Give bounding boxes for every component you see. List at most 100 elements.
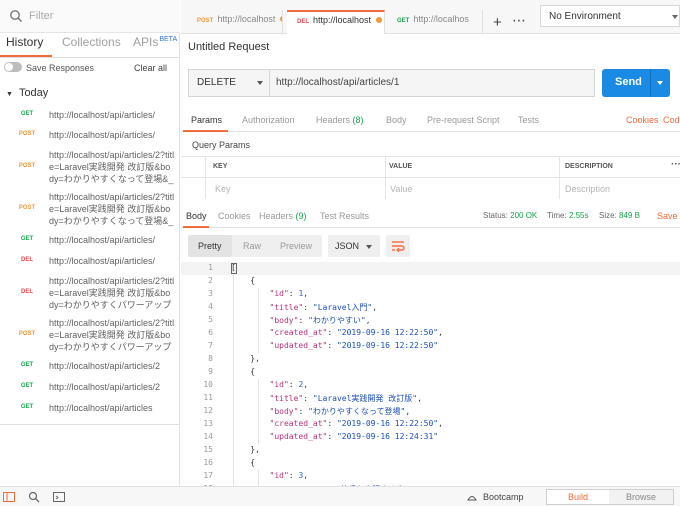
tab-history[interactable]: History bbox=[6, 35, 43, 49]
line-number: 13 bbox=[203, 419, 213, 428]
bootcamp-icon bbox=[467, 496, 477, 501]
more-options-icon[interactable]: ⋯ bbox=[512, 12, 526, 29]
code-line: "body": "わかりやすくなって登場", bbox=[269, 407, 411, 416]
environment-label: No Environment bbox=[549, 11, 621, 22]
method-badge: POST bbox=[197, 18, 214, 24]
tab-apis[interactable]: APIsBETA bbox=[133, 35, 177, 49]
history-item[interactable]: GET http://localhost/api/articles/2 bbox=[0, 360, 180, 374]
tab-headers-label: Headers bbox=[316, 115, 351, 125]
history-group-label: Today bbox=[18, 87, 49, 99]
filter-placeholder: Filter bbox=[29, 10, 54, 22]
browse-button[interactable]: Browse bbox=[609, 490, 673, 504]
format-select[interactable]: JSON bbox=[328, 235, 380, 257]
history-item[interactable]: POST http://localhost/api/articles/2?tit… bbox=[0, 149, 180, 187]
filter-input[interactable]: Filter bbox=[0, 0, 180, 33]
history-url: http://localhost/api/articles/ bbox=[49, 130, 156, 140]
line-number: 16 bbox=[203, 458, 213, 467]
send-button[interactable]: Send bbox=[602, 69, 670, 97]
more-options-icon[interactable]: ··· bbox=[671, 159, 680, 170]
history-item[interactable]: DEL http://localhost/api/articles/2?titl… bbox=[0, 275, 180, 313]
query-params-title: Query Params bbox=[192, 140, 251, 150]
sidebar-divider bbox=[0, 424, 180, 425]
chevron-down-icon bbox=[366, 245, 372, 249]
method-badge: GET bbox=[20, 111, 34, 117]
code-line: "title": "Laravel実践開発 改訂版", bbox=[269, 394, 422, 403]
table-divider bbox=[385, 157, 386, 199]
sidebar-toggle-icon[interactable] bbox=[3, 492, 15, 502]
environment-select[interactable]: No Environment bbox=[540, 5, 680, 27]
tab-response-cookies[interactable]: Cookies bbox=[218, 211, 251, 221]
code-link[interactable]: Code bbox=[663, 115, 680, 125]
request-tab-active[interactable]: DEL http://localhost bbox=[287, 10, 385, 34]
url-input[interactable]: http://localhost/api/articles/1 bbox=[276, 77, 399, 88]
tab-body[interactable]: Body bbox=[386, 115, 407, 125]
response-tabs: Body Cookies Headers (9) Test Results St… bbox=[181, 206, 680, 228]
column-header-value: VALUE bbox=[389, 163, 413, 170]
line-number: 5 bbox=[208, 315, 213, 324]
request-tab-label: http://localhos bbox=[413, 14, 469, 24]
history-item[interactable]: POST http://localhost/api/articles/2?tit… bbox=[0, 191, 180, 229]
method-select[interactable]: DELETE bbox=[189, 70, 270, 96]
history-item[interactable]: POST http://localhost/api/articles/ bbox=[0, 129, 180, 143]
method-badge: GET bbox=[20, 236, 34, 242]
headers-count: (9) bbox=[295, 211, 307, 221]
history-item[interactable]: DEL http://localhost/api/articles/ bbox=[0, 255, 180, 269]
wrap-lines-button[interactable] bbox=[386, 235, 410, 257]
tab-params[interactable]: Params bbox=[191, 115, 222, 125]
view-raw[interactable]: Raw bbox=[243, 241, 261, 251]
history-item[interactable]: GET http://localhost/api/articles/ bbox=[0, 234, 180, 248]
console-icon[interactable] bbox=[53, 492, 65, 502]
line-number: 17 bbox=[203, 471, 213, 480]
param-key-input[interactable]: Key bbox=[215, 184, 231, 194]
sidebar: Filter History Collections APIsBETA Save… bbox=[0, 0, 180, 486]
history-item[interactable]: GET http://localhost/api/articles bbox=[0, 402, 180, 416]
method-badge: GET bbox=[20, 404, 34, 410]
method-badge: DEL bbox=[21, 289, 33, 295]
bootcamp-button[interactable]: Bootcamp bbox=[483, 492, 524, 502]
table-divider bbox=[181, 177, 680, 178]
request-tab[interactable]: GET http://localhos bbox=[387, 10, 483, 34]
param-description-input[interactable]: Description bbox=[565, 184, 610, 194]
clear-all-button[interactable]: Clear all bbox=[134, 63, 167, 73]
request-title[interactable]: Untitled Request bbox=[188, 41, 269, 53]
response-body-viewer[interactable]: 1[2 {3 "id": 1, 4 "title": "Laravel入門", 5 … bbox=[181, 262, 680, 486]
build-browse-toggle: Build Browse bbox=[546, 489, 674, 505]
status-bar: Bootcamp Build Browse bbox=[0, 486, 680, 506]
save-response-button[interactable]: Save bbox=[657, 211, 678, 221]
size-label: Size: bbox=[599, 211, 617, 220]
history-group-today[interactable]: ▼ Today bbox=[6, 87, 48, 99]
code-line: "created_at": "2019-09-16 12:22:50", bbox=[269, 328, 443, 337]
column-header-description: DESCRIPTION bbox=[565, 163, 613, 170]
cookies-link[interactable]: Cookies bbox=[626, 115, 659, 125]
query-params-table: KEY VALUE DESCRIPTION ··· Key Value Desc… bbox=[181, 156, 680, 199]
view-preview[interactable]: Preview bbox=[280, 241, 312, 251]
new-tab-plus-icon[interactable]: + bbox=[493, 14, 502, 31]
tab-headers-label: Headers bbox=[259, 211, 294, 221]
view-pretty[interactable]: Pretty bbox=[198, 241, 222, 251]
tab-authorization[interactable]: Authorization bbox=[242, 115, 295, 125]
save-responses-toggle[interactable] bbox=[4, 62, 22, 72]
chevron-down-icon[interactable] bbox=[657, 81, 663, 85]
tab-test-results[interactable]: Test Results bbox=[320, 211, 369, 221]
line-number: 6 bbox=[208, 328, 213, 337]
tab-response-body[interactable]: Body bbox=[186, 211, 207, 221]
unsaved-dot-icon bbox=[280, 16, 282, 22]
param-value-input[interactable]: Value bbox=[390, 184, 412, 194]
history-item[interactable]: POST http://localhost/api/articles/2?tit… bbox=[0, 317, 180, 355]
send-button-label: Send bbox=[615, 76, 642, 88]
active-tab-indicator bbox=[183, 226, 209, 228]
tab-headers[interactable]: Headers (8) bbox=[316, 115, 364, 125]
build-button[interactable]: Build bbox=[547, 490, 609, 504]
request-tab[interactable]: POST http://localhost bbox=[185, 10, 283, 34]
headers-count: (8) bbox=[352, 115, 364, 125]
save-responses-label: Save Responses bbox=[26, 63, 95, 73]
tab-response-headers[interactable]: Headers (9) bbox=[259, 211, 307, 221]
tab-tests[interactable]: Tests bbox=[518, 115, 539, 125]
tab-prerequest-script[interactable]: Pre-request Script bbox=[427, 115, 500, 125]
time-value: 2.55s bbox=[568, 211, 589, 220]
tab-collections[interactable]: Collections bbox=[62, 35, 121, 49]
history-item[interactable]: GET http://localhost/api/articles/2 bbox=[0, 381, 180, 395]
line-number: 3 bbox=[208, 289, 213, 298]
history-item[interactable]: GET http://localhost/api/articles/ bbox=[0, 109, 180, 123]
find-icon[interactable] bbox=[28, 491, 40, 503]
